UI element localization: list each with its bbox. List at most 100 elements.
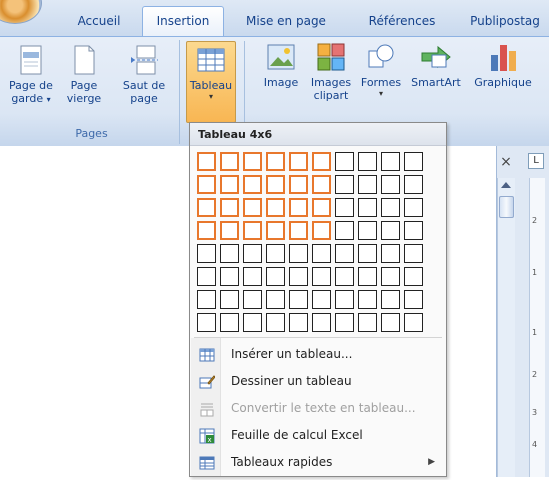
table-grid-cell[interactable] bbox=[404, 244, 423, 263]
tab-accueil[interactable]: Accueil bbox=[66, 8, 132, 36]
table-grid-cell[interactable] bbox=[404, 175, 423, 194]
table-grid-cell[interactable] bbox=[358, 152, 377, 171]
table-grid-cell[interactable] bbox=[266, 221, 285, 240]
table-grid-cell[interactable] bbox=[312, 244, 331, 263]
ruler-toggle-button[interactable]: L bbox=[528, 153, 544, 169]
quick-tables-menu-item[interactable]: Tableaux rapides ▶ bbox=[191, 450, 445, 475]
tab-insertion[interactable]: Insertion bbox=[142, 6, 224, 37]
table-grid-cell[interactable] bbox=[220, 313, 239, 332]
table-grid-cell[interactable] bbox=[197, 175, 216, 194]
table-grid-cell[interactable] bbox=[197, 152, 216, 171]
table-grid-cell[interactable] bbox=[243, 152, 262, 171]
table-grid-cell[interactable] bbox=[404, 198, 423, 217]
table-grid-cell[interactable] bbox=[289, 198, 308, 217]
table-grid-cell[interactable] bbox=[358, 198, 377, 217]
table-grid-cell[interactable] bbox=[220, 244, 239, 263]
table-grid-cell[interactable] bbox=[197, 221, 216, 240]
table-grid-cell[interactable] bbox=[404, 267, 423, 286]
cover-page-button[interactable]: Page de garde ▾ bbox=[6, 44, 56, 106]
scroll-up-icon[interactable] bbox=[501, 182, 511, 188]
table-grid-cell[interactable] bbox=[289, 313, 308, 332]
table-grid-cell[interactable] bbox=[358, 267, 377, 286]
tab-mise-en-page[interactable]: Mise en page bbox=[236, 8, 336, 36]
tab-publipostage[interactable]: Publipostag bbox=[461, 8, 549, 36]
table-grid-cell[interactable] bbox=[312, 267, 331, 286]
table-grid-cell[interactable] bbox=[381, 152, 400, 171]
table-grid-cell[interactable] bbox=[381, 244, 400, 263]
table-grid-cell[interactable] bbox=[243, 198, 262, 217]
table-grid-cell[interactable] bbox=[312, 290, 331, 309]
table-grid-cell[interactable] bbox=[243, 313, 262, 332]
table-grid-cell[interactable] bbox=[243, 221, 262, 240]
close-icon[interactable]: × bbox=[497, 153, 515, 171]
table-grid-cell[interactable] bbox=[289, 152, 308, 171]
table-grid-cell[interactable] bbox=[312, 152, 331, 171]
table-grid-cell[interactable] bbox=[220, 290, 239, 309]
table-grid-cell[interactable] bbox=[289, 267, 308, 286]
table-grid-cell[interactable] bbox=[197, 313, 216, 332]
table-grid-cell[interactable] bbox=[289, 244, 308, 263]
table-grid-cell[interactable] bbox=[266, 290, 285, 309]
table-grid-cell[interactable] bbox=[243, 244, 262, 263]
table-grid-cell[interactable] bbox=[358, 313, 377, 332]
table-grid-cell[interactable] bbox=[404, 221, 423, 240]
table-grid-cell[interactable] bbox=[197, 198, 216, 217]
table-grid-cell[interactable] bbox=[243, 267, 262, 286]
table-grid-cell[interactable] bbox=[381, 313, 400, 332]
table-grid-cell[interactable] bbox=[381, 221, 400, 240]
office-button[interactable] bbox=[0, 0, 42, 24]
blank-page-button[interactable]: Page vierge bbox=[62, 44, 106, 105]
table-grid-cell[interactable] bbox=[335, 175, 354, 194]
table-grid-cell[interactable] bbox=[335, 313, 354, 332]
table-grid-cell[interactable] bbox=[266, 152, 285, 171]
table-grid-cell[interactable] bbox=[197, 244, 216, 263]
table-grid-cell[interactable] bbox=[404, 313, 423, 332]
table-grid-cell[interactable] bbox=[266, 267, 285, 286]
table-grid-cell[interactable] bbox=[197, 267, 216, 286]
table-grid-cell[interactable] bbox=[312, 175, 331, 194]
table-grid-cell[interactable] bbox=[220, 175, 239, 194]
table-grid-cell[interactable] bbox=[243, 290, 262, 309]
table-grid-cell[interactable] bbox=[220, 198, 239, 217]
table-grid-cell[interactable] bbox=[358, 290, 377, 309]
table-grid-cell[interactable] bbox=[312, 221, 331, 240]
table-grid-cell[interactable] bbox=[404, 152, 423, 171]
chart-button[interactable]: Graphique bbox=[470, 41, 536, 89]
table-grid-cell[interactable] bbox=[266, 175, 285, 194]
table-grid-cell[interactable] bbox=[266, 313, 285, 332]
table-grid-cell[interactable] bbox=[220, 152, 239, 171]
table-grid-cell[interactable] bbox=[335, 198, 354, 217]
table-grid-cell[interactable] bbox=[335, 244, 354, 263]
table-grid-cell[interactable] bbox=[358, 244, 377, 263]
picture-button[interactable]: Image bbox=[258, 41, 304, 89]
shapes-button[interactable]: Formes ▾ bbox=[358, 41, 404, 99]
table-button[interactable]: Tableau ▾ bbox=[186, 41, 236, 123]
table-grid-cell[interactable] bbox=[358, 175, 377, 194]
table-grid-cell[interactable] bbox=[220, 267, 239, 286]
table-grid-cell[interactable] bbox=[266, 198, 285, 217]
table-grid-cell[interactable] bbox=[197, 290, 216, 309]
draw-table-menu-item[interactable]: Dessiner un tableau bbox=[191, 369, 445, 394]
table-grid-cell[interactable] bbox=[404, 290, 423, 309]
table-grid-cell[interactable] bbox=[220, 221, 239, 240]
clipart-button[interactable]: Images clipart bbox=[308, 41, 354, 102]
table-grid-cell[interactable] bbox=[335, 152, 354, 171]
table-grid-cell[interactable] bbox=[289, 175, 308, 194]
smartart-button[interactable]: SmartArt bbox=[408, 41, 464, 89]
table-grid-cell[interactable] bbox=[358, 221, 377, 240]
table-grid-cell[interactable] bbox=[312, 198, 331, 217]
excel-sheet-menu-item[interactable]: x Feuille de calcul Excel bbox=[191, 423, 445, 448]
scroll-thumb[interactable] bbox=[499, 196, 514, 218]
table-grid-cell[interactable] bbox=[335, 267, 354, 286]
table-grid-cell[interactable] bbox=[335, 290, 354, 309]
insert-table-menu-item[interactable]: Insérer un tableau... bbox=[191, 342, 445, 367]
table-grid-cell[interactable] bbox=[381, 198, 400, 217]
table-grid-cell[interactable] bbox=[289, 221, 308, 240]
table-grid-cell[interactable] bbox=[381, 290, 400, 309]
table-grid-cell[interactable] bbox=[312, 313, 331, 332]
tab-references[interactable]: Références bbox=[356, 8, 448, 36]
table-grid-cell[interactable] bbox=[335, 221, 354, 240]
table-grid-cell[interactable] bbox=[289, 290, 308, 309]
page-break-button[interactable]: Saut de page bbox=[116, 44, 172, 105]
table-grid-cell[interactable] bbox=[243, 175, 262, 194]
